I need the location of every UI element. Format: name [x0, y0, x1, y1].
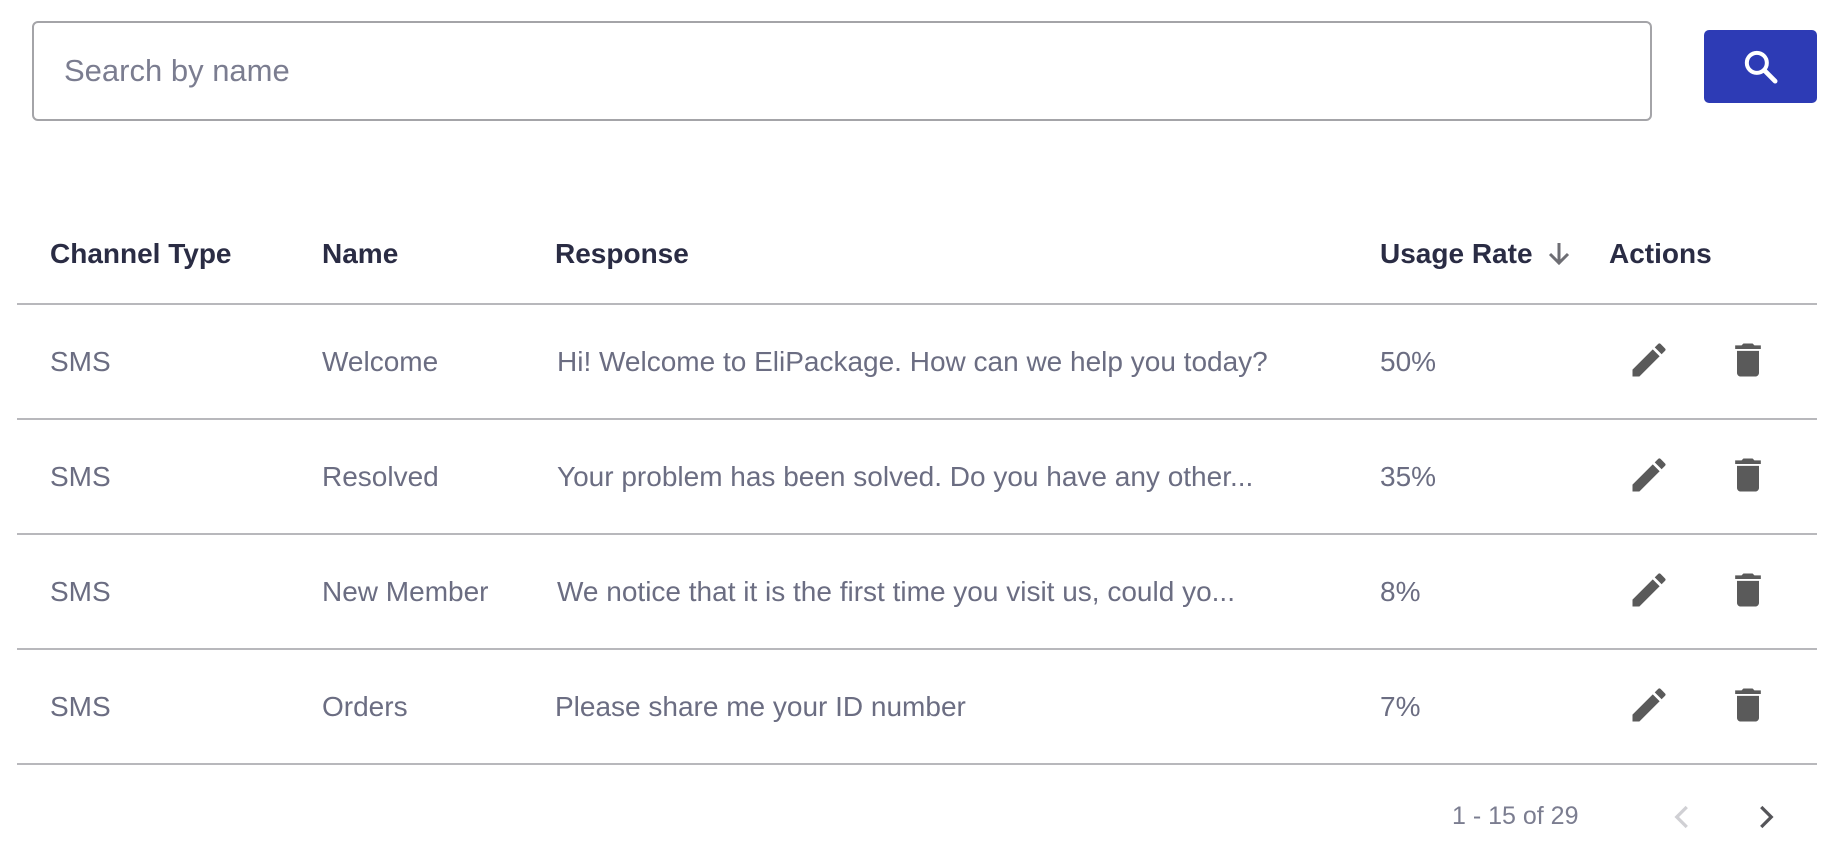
search-icon: [1741, 47, 1781, 87]
cell-channel-type: SMS: [50, 690, 111, 722]
cell-channel-type: SMS: [50, 575, 111, 607]
column-header-usage-rate[interactable]: Usage Rate: [1380, 205, 1571, 303]
delete-icon: [1726, 683, 1770, 730]
cell-response: We notice that it is the first time you …: [557, 575, 1235, 607]
pagination-range: 1 - 15 of 29: [1452, 802, 1579, 830]
delete-button[interactable]: [1722, 566, 1774, 618]
column-header-name[interactable]: Name: [322, 205, 398, 303]
edit-icon: [1627, 338, 1671, 385]
delete-icon: [1726, 338, 1770, 385]
cell-response: Please share me your ID number: [555, 690, 966, 722]
table-header-row: Channel Type Name Response Usage Rate Ac…: [17, 205, 1817, 305]
cell-response: Your problem has been solved. Do you hav…: [557, 460, 1254, 492]
page: Channel Type Name Response Usage Rate Ac…: [0, 0, 1836, 858]
search-button[interactable]: [1704, 30, 1817, 103]
table-row: SMS Welcome Hi! Welcome to EliPackage. H…: [17, 305, 1817, 420]
cell-usage-rate: 50%: [1380, 345, 1437, 377]
responses-table: Channel Type Name Response Usage Rate Ac…: [17, 205, 1817, 765]
cell-usage-rate: 8%: [1380, 575, 1421, 607]
cell-name: Welcome: [322, 345, 439, 377]
edit-icon: [1627, 453, 1671, 500]
edit-button[interactable]: [1623, 336, 1675, 388]
delete-icon: [1726, 568, 1770, 615]
cell-channel-type: SMS: [50, 345, 111, 377]
column-header-usage-rate-label: Usage Rate: [1380, 238, 1533, 269]
cell-usage-rate: 7%: [1380, 690, 1421, 722]
table-row: SMS New Member We notice that it is the …: [17, 535, 1817, 650]
edit-icon: [1627, 568, 1671, 615]
column-header-response[interactable]: Response: [555, 205, 689, 303]
cell-name: New Member: [322, 575, 489, 607]
cell-name: Resolved: [322, 460, 439, 492]
edit-button[interactable]: [1623, 566, 1675, 618]
chevron-left-icon: [1668, 800, 1698, 837]
cell-usage-rate: 35%: [1380, 460, 1437, 492]
chevron-right-icon: [1750, 800, 1780, 837]
cell-name: Orders: [322, 690, 408, 722]
search-input[interactable]: [32, 21, 1652, 121]
edit-icon: [1627, 683, 1671, 730]
cell-channel-type: SMS: [50, 460, 111, 492]
delete-icon: [1726, 453, 1770, 500]
delete-button[interactable]: [1722, 681, 1774, 733]
next-page-button[interactable]: [1745, 798, 1785, 838]
column-header-actions: Actions: [1609, 238, 1712, 269]
delete-button[interactable]: [1722, 336, 1774, 388]
previous-page-button[interactable]: [1663, 798, 1703, 838]
edit-button[interactable]: [1623, 681, 1675, 733]
edit-button[interactable]: [1623, 451, 1675, 503]
table-row: SMS Resolved Your problem has been solve…: [17, 420, 1817, 535]
delete-button[interactable]: [1722, 451, 1774, 503]
table-row: SMS Orders Please share me your ID numbe…: [17, 650, 1817, 765]
cell-response: Hi! Welcome to EliPackage. How can we he…: [557, 345, 1268, 377]
arrow-down-icon[interactable]: [1547, 241, 1571, 267]
column-header-channel-type[interactable]: Channel Type: [50, 205, 232, 303]
